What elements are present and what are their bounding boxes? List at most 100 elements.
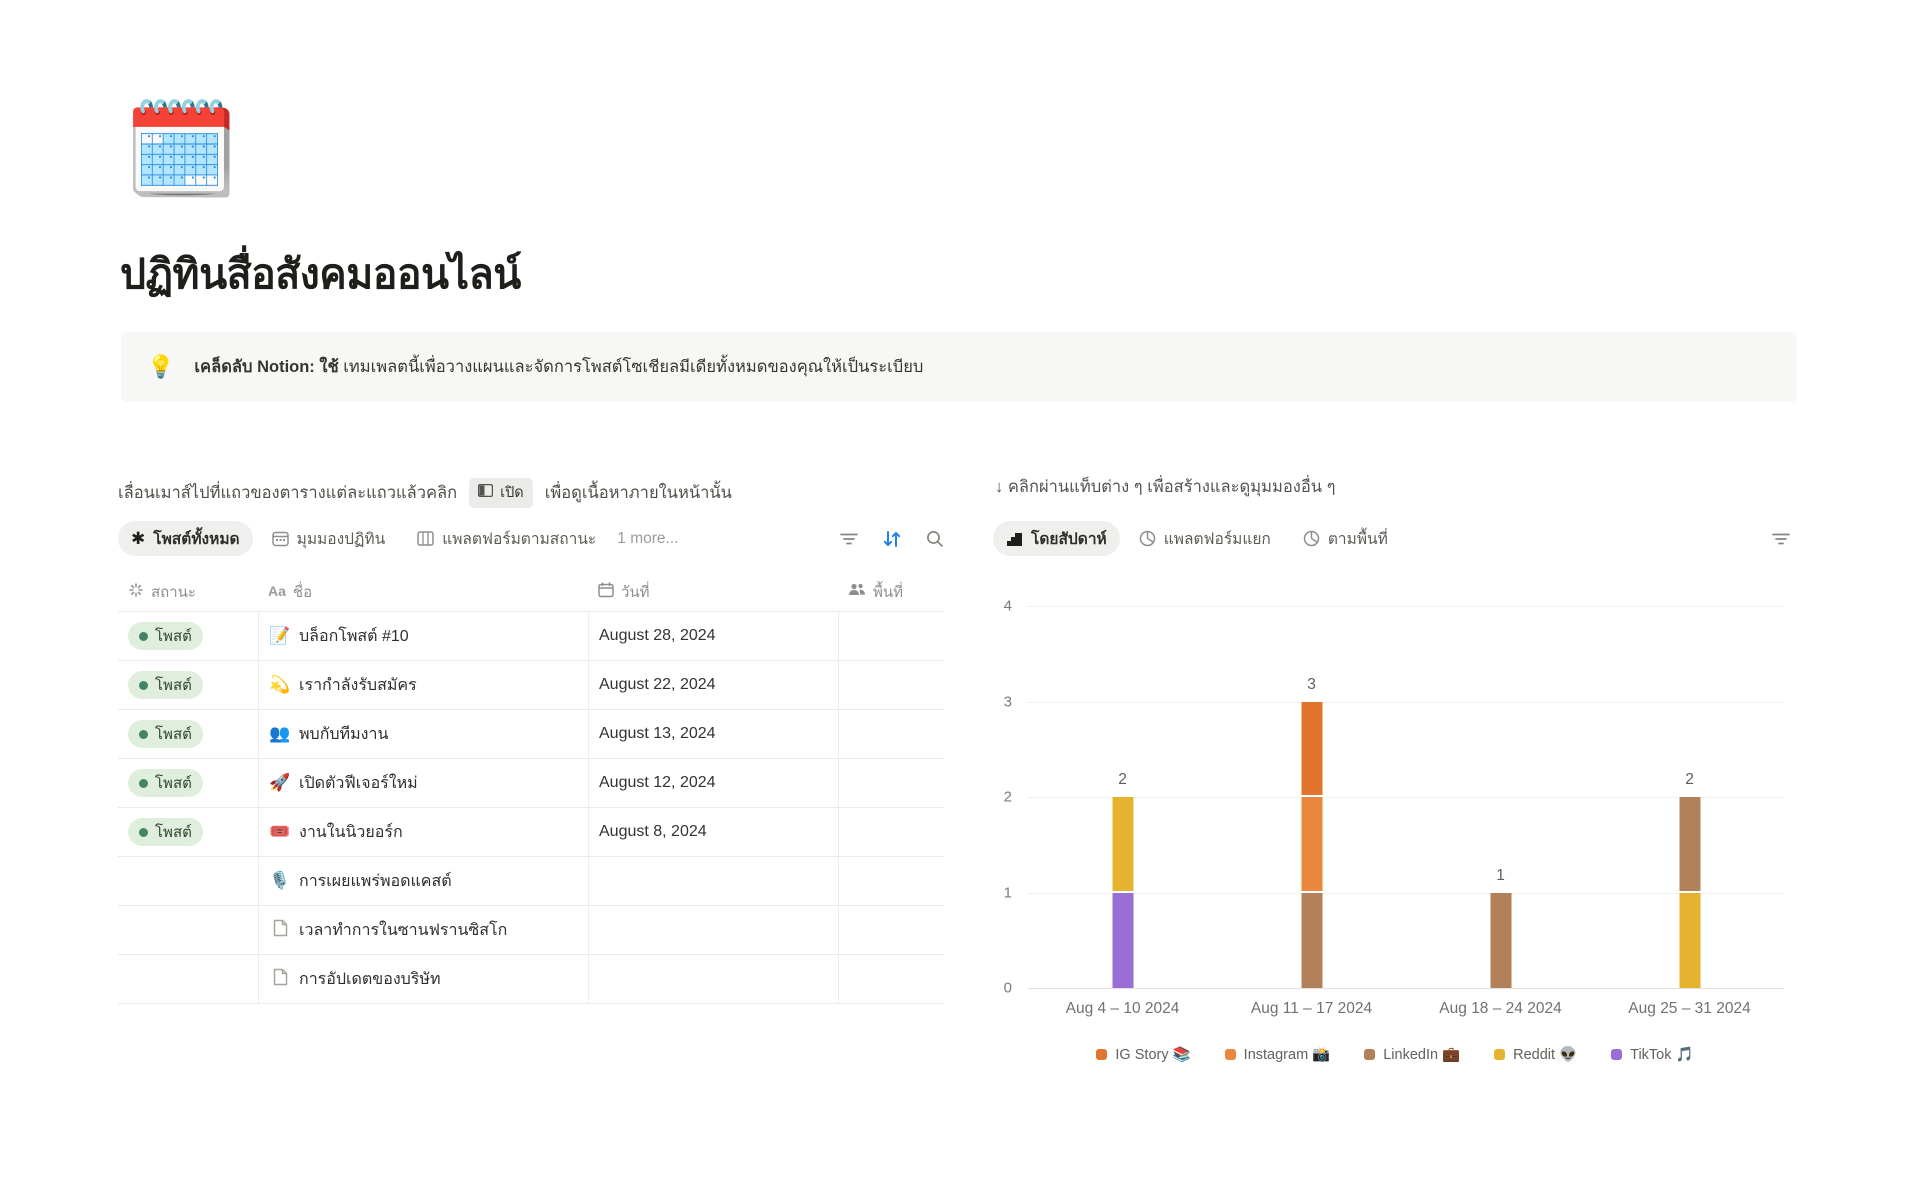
table-row-7[interactable]: การอัปเดตของบริษัท <box>118 955 944 1004</box>
legend-swatch-icon <box>1225 1049 1236 1060</box>
more-views-button[interactable]: 1 more... <box>609 530 686 548</box>
table-row-1[interactable]: โพสต์💫เรากำลังรับสมัครAugust 22, 2024 <box>118 661 944 710</box>
status-cell[interactable]: โพสต์ <box>118 808 258 856</box>
x-axis-label: Aug 18 – 24 2024 <box>1439 1000 1561 1018</box>
area-cell[interactable] <box>838 661 944 709</box>
open-button[interactable]: เปิด <box>469 478 533 508</box>
lightbulb-icon: 💡 <box>147 354 174 380</box>
name-cell[interactable]: เวลาทำการในซานฟรานซิสโก <box>258 906 588 954</box>
right-tab-0[interactable]: โดยสัปดาห์ <box>993 521 1120 556</box>
name-cell[interactable]: 📝บล็อกโพสต์ #10 <box>258 612 588 660</box>
legend-item[interactable]: TikTok 🎵 <box>1611 1046 1693 1063</box>
table-instruction: เลื่อนเมาส์ไปที่แถวของตารางแต่ละแถวแล้วค… <box>118 478 732 508</box>
right-tab-2[interactable]: ตามพื้นที่ <box>1290 521 1401 556</box>
column-header[interactable]: พื้นที่ <box>838 572 944 611</box>
bar-segment-linkedin[interactable] <box>1490 893 1511 989</box>
gridline-2 <box>1028 797 1784 798</box>
gridline-3 <box>1028 702 1784 703</box>
gridline-0 <box>1028 988 1784 989</box>
name-cell[interactable]: 🎟️งานในนิวยอร์ก <box>258 808 588 856</box>
area-cell[interactable] <box>838 759 944 807</box>
bar-total-label: 2 <box>1118 771 1127 789</box>
page-calendar-icon[interactable]: 🗓️ <box>124 104 239 196</box>
bar-segment-igstory[interactable] <box>1301 702 1322 796</box>
area-cell[interactable] <box>838 710 944 758</box>
left-tab-1[interactable]: มุมมองปฏิทิน <box>259 521 399 556</box>
name-cell[interactable]: 💫เรากำลังรับสมัคร <box>258 661 588 709</box>
table-row-3[interactable]: โพสต์ 🚀เปิดตัวฟีเจอร์ใหม่August 12, 2024 <box>118 759 944 808</box>
search-icon[interactable] <box>926 530 944 548</box>
bar-total-label: 1 <box>1496 867 1505 885</box>
column-header[interactable]: Aaชื่อ <box>258 572 588 611</box>
bar-segment-instagram[interactable] <box>1301 797 1322 891</box>
date-cell[interactable]: August 8, 2024 <box>588 808 838 856</box>
asterisk-icon: ✱ <box>131 530 145 547</box>
bar-segment-linkedin[interactable] <box>1301 893 1322 989</box>
left-tab-0[interactable]: ✱โพสต์ทั้งหมด <box>118 521 253 556</box>
table-row-5[interactable]: 🎙️การเผยแพร่พอดแคสต์ <box>118 857 944 906</box>
row-emoji-icon: 💫 <box>269 675 291 695</box>
status-cell[interactable] <box>118 857 258 905</box>
date-cell[interactable] <box>588 857 838 905</box>
table-row-2[interactable]: โพสต์👥พบกับทีมงานAugust 13, 2024 <box>118 710 944 759</box>
table-row-6[interactable]: เวลาทำการในซานฟรานซิสโก <box>118 906 944 955</box>
table-header-row: สถานะAaชื่อวันที่พื้นที่ <box>118 572 944 612</box>
left-tab-2[interactable]: แพลตฟอร์มตามสถานะ <box>404 521 609 556</box>
status-cell[interactable]: โพสต์ <box>118 612 258 660</box>
area-cell[interactable] <box>838 857 944 905</box>
bar-segment-reddit[interactable] <box>1679 893 1700 989</box>
filter-icon[interactable] <box>1772 532 1790 546</box>
status-badge: โพสต์ <box>128 818 203 846</box>
date-cell[interactable]: August 28, 2024 <box>588 612 838 660</box>
board-view-icon <box>417 530 434 547</box>
bar-segment-reddit[interactable] <box>1112 797 1133 891</box>
area-cell[interactable] <box>838 612 944 660</box>
page-icon <box>269 968 291 991</box>
x-axis-label: Aug 11 – 17 2024 <box>1251 1000 1372 1018</box>
legend-item[interactable]: IG Story 📚 <box>1096 1046 1190 1063</box>
status-dot-icon <box>139 730 148 739</box>
date-cell[interactable] <box>588 955 838 1003</box>
date-cell[interactable]: August 12, 2024 <box>588 759 838 807</box>
sort-icon[interactable] <box>882 530 902 548</box>
area-cell[interactable] <box>838 955 944 1003</box>
name-cell[interactable]: การอัปเดตของบริษัท <box>258 955 588 1003</box>
x-axis-label: Aug 4 – 10 2024 <box>1066 1000 1180 1018</box>
legend-item[interactable]: Instagram 📸 <box>1225 1046 1331 1063</box>
callout-text: เคล็ดลับ Notion: ใช้ เทมเพลตนี้เพื่อวางแ… <box>194 354 923 380</box>
name-cell[interactable]: 🚀เปิดตัวฟีเจอร์ใหม่ <box>258 759 588 807</box>
legend-item[interactable]: LinkedIn 💼 <box>1364 1046 1460 1063</box>
legend-swatch-icon <box>1494 1049 1505 1060</box>
bar-segment-linkedin[interactable] <box>1679 797 1700 891</box>
date-cell[interactable]: August 13, 2024 <box>588 710 838 758</box>
date-cell[interactable] <box>588 906 838 954</box>
status-cell[interactable]: โพสต์ <box>118 759 258 807</box>
name-cell[interactable]: 👥พบกับทีมงาน <box>258 710 588 758</box>
bar-segment-tiktok[interactable] <box>1112 893 1133 989</box>
row-emoji-icon: 👥 <box>269 724 291 744</box>
column-header[interactable]: สถานะ <box>118 572 258 611</box>
row-emoji-icon: 🎟️ <box>269 822 291 842</box>
status-cell[interactable]: โพสต์ <box>118 661 258 709</box>
filter-icon[interactable] <box>840 532 858 546</box>
area-cell[interactable] <box>838 808 944 856</box>
table-row-0[interactable]: โพสต์📝บล็อกโพสต์ #10August 28, 2024 <box>118 612 944 661</box>
right-tab-1[interactable]: แพลตฟอร์มแยก <box>1126 521 1284 556</box>
gridline-1 <box>1028 893 1784 894</box>
status-cell[interactable] <box>118 906 258 954</box>
status-property-icon <box>128 582 144 602</box>
status-cell[interactable] <box>118 955 258 1003</box>
status-cell[interactable]: โพสต์ <box>118 710 258 758</box>
notion-tip-callout: 💡 เคล็ดลับ Notion: ใช้ เทมเพลตนี้เพื่อวา… <box>121 332 1797 402</box>
name-cell[interactable]: 🎙️การเผยแพร่พอดแคสต์ <box>258 857 588 905</box>
x-axis-label: Aug 25 – 31 2024 <box>1628 1000 1750 1018</box>
page-title: ปฏิทินสื่อสังคมออนไลน์ <box>120 242 521 307</box>
row-emoji-icon: 🚀 <box>269 773 291 793</box>
status-badge: โพสต์ <box>128 769 203 797</box>
column-header[interactable]: วันที่ <box>588 572 838 611</box>
area-cell[interactable] <box>838 906 944 954</box>
pie-chart-icon <box>1139 530 1156 547</box>
date-cell[interactable]: August 22, 2024 <box>588 661 838 709</box>
table-row-4[interactable]: โพสต์ 🎟️งานในนิวยอร์กAugust 8, 2024 <box>118 808 944 857</box>
legend-item[interactable]: Reddit 👽 <box>1494 1046 1577 1063</box>
